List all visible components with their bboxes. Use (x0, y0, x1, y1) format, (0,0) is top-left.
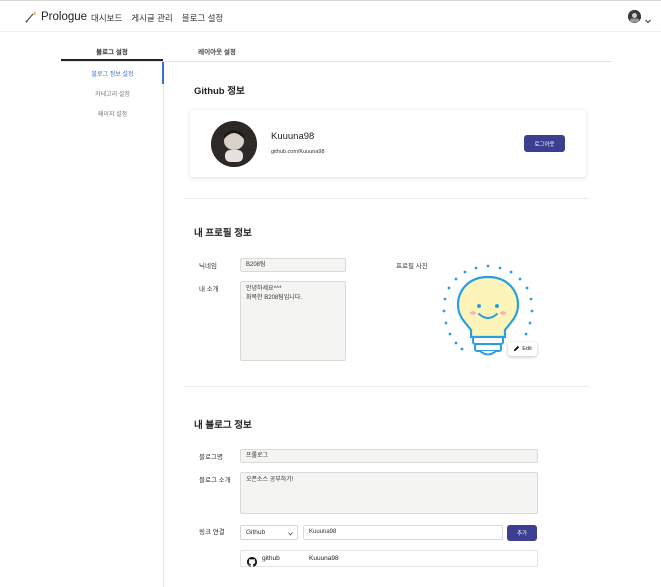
user-avatar[interactable] (628, 10, 641, 23)
tab-blog-settings[interactable]: 블로그 설정 (61, 46, 163, 61)
link-label: 링크 연결 (199, 529, 225, 536)
github-url[interactable]: github.com/Kuuuna98 (271, 149, 325, 155)
blog-intro-label: 블로그 소개 (199, 477, 231, 484)
link-value-field[interactable]: Kuuuna98 (303, 525, 503, 540)
edit-photo-button[interactable]: Edit (508, 342, 537, 356)
blog-intro-textarea[interactable]: 오픈소스 공부하기! (240, 472, 538, 514)
top-navigation-bar: Prologue 대시보드 게시글 관리 블로그 설정 (0, 0, 661, 32)
github-avatar (211, 121, 257, 167)
nav-blog-settings[interactable]: 블로그 설정 (182, 12, 223, 24)
link-name: github (262, 555, 280, 562)
intro-textarea[interactable]: 안녕하세요^^* 화목한 B208팀입니다. (240, 281, 346, 361)
nav-dashboard[interactable]: 대시보드 (91, 12, 122, 24)
section-divider (184, 198, 589, 199)
chevron-down-icon (288, 531, 293, 536)
chevron-down-icon[interactable] (644, 12, 652, 24)
github-section-title: Github 정보 (194, 86, 245, 97)
github-card: Kuuuna98 github.com/Kuuuna98 로그아웃 (190, 110, 586, 177)
sidebar-item-category[interactable]: 카테고리 설정 (61, 89, 164, 98)
nickname-field[interactable]: B208팀 (240, 258, 346, 272)
github-username: Kuuuna98 (271, 131, 315, 142)
settings-sidebar: 블로그 정보 설정 카테고리 설정 페이지 설정 (61, 62, 164, 587)
link-type-value: Github (246, 529, 266, 536)
settings-tabs: 블로그 설정 레이아웃 설정 (61, 46, 612, 62)
link-user: Kuuuna98 (309, 555, 339, 562)
logout-button[interactable]: 로그아웃 (524, 135, 565, 152)
pencil-icon (513, 345, 520, 354)
list-item: github Kuuuna98 (240, 550, 538, 567)
nickname-label: 닉네임 (199, 263, 217, 270)
logo[interactable]: Prologue (24, 10, 87, 24)
main-nav: 대시보드 게시글 관리 블로그 설정 (91, 12, 223, 24)
nav-post-management[interactable]: 게시글 관리 (131, 12, 172, 24)
github-icon (247, 554, 257, 567)
blog-name-field[interactable]: 프롤로그 (240, 449, 538, 463)
edit-label: Edit (522, 346, 532, 352)
add-link-button[interactable]: 추가 (507, 525, 537, 541)
sidebar-item-blog-info[interactable]: 블로그 정보 설정 (61, 69, 164, 78)
section-divider (184, 386, 589, 387)
link-type-select[interactable]: Github (240, 525, 298, 540)
blog-section-title: 내 블로그 정보 (194, 420, 252, 431)
intro-label: 내 소개 (199, 286, 219, 293)
logo-text: Prologue (41, 11, 88, 23)
quill-icon (24, 10, 38, 24)
tab-layout-settings[interactable]: 레이아웃 설정 (158, 46, 276, 61)
profile-photo-label: 프로필 사진 (396, 263, 428, 270)
profile-section-title: 내 프로필 정보 (194, 228, 252, 239)
blog-name-label: 블로그명 (199, 454, 223, 461)
sidebar-item-page[interactable]: 페이지 설정 (61, 109, 164, 118)
